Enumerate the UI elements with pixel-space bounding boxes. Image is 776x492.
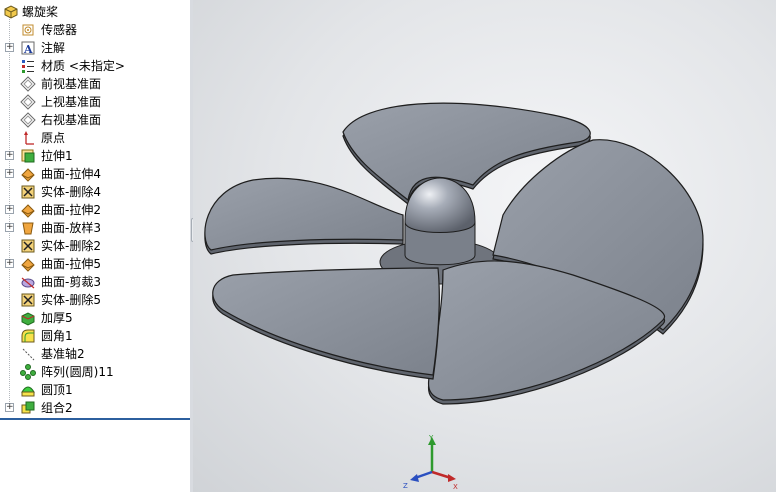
tree-item[interactable]: + 曲面-拉伸2 <box>0 201 190 219</box>
axis-icon <box>22 348 35 361</box>
tree-root[interactable]: 螺旋桨 <box>0 3 190 21</box>
tree-item[interactable]: 基准轴2 <box>0 345 190 363</box>
material-icon <box>22 60 34 73</box>
tree-item[interactable]: 材质 <未指定> <box>0 57 190 75</box>
tree-item[interactable]: 实体-删除5 <box>0 291 190 309</box>
expand-toggle[interactable]: + <box>5 151 14 160</box>
expand-toggle[interactable]: + <box>5 223 14 232</box>
surface-extrude-icon <box>21 204 35 218</box>
tree-item-label: 曲面-拉伸5 <box>41 257 101 271</box>
delete-body-icon <box>21 239 35 253</box>
expand-toggle[interactable]: + <box>5 43 14 52</box>
delete-body-icon <box>21 293 35 307</box>
annotation-icon: A <box>21 41 35 56</box>
tree-item-label: 右视基准面 <box>41 113 102 127</box>
tree-item-label: 材质 <未指定> <box>41 59 125 73</box>
expand-toggle[interactable]: + <box>5 169 14 178</box>
blade-bottom-left <box>212 267 440 380</box>
delete-body-icon <box>21 185 35 199</box>
tree-item-label: 圆顶1 <box>41 383 73 397</box>
expand-toggle[interactable]: + <box>5 403 14 412</box>
combine-icon <box>21 401 35 414</box>
tree-item[interactable]: 圆顶1 <box>0 381 190 399</box>
tree-item[interactable]: 加厚5 <box>0 309 190 327</box>
tree-item[interactable]: 右视基准面 <box>0 111 190 129</box>
tree-item-label: 实体-删除2 <box>41 239 101 253</box>
tree-item-label: 拉伸1 <box>41 149 73 163</box>
tree-item-label: 实体-删除5 <box>41 293 101 307</box>
tree-item[interactable]: + 曲面-拉伸4 <box>0 165 190 183</box>
triad-y-label: Y <box>428 434 434 442</box>
tree-item[interactable]: + 组合2 <box>0 399 190 417</box>
tree-item-label: 传感器 <box>41 23 78 37</box>
plane-icon <box>20 94 36 110</box>
tree-item-label: 曲面-剪裁3 <box>41 275 101 289</box>
tree-item-label: 曲面-拉伸2 <box>41 203 101 217</box>
tree-item-label: 基准轴2 <box>41 347 85 361</box>
tree-bottom-divider <box>0 418 190 420</box>
tree-item-label: 曲面-拉伸4 <box>41 167 101 181</box>
tree-item[interactable]: 原点 <box>0 129 190 147</box>
propeller-model[interactable] <box>193 0 776 492</box>
surface-loft-icon <box>22 222 34 235</box>
expand-toggle[interactable]: + <box>5 259 14 268</box>
part-icon <box>4 5 18 19</box>
tree-item[interactable]: + 曲面-拉伸5 <box>0 255 190 273</box>
tree-item[interactable]: + 曲面-放样3 <box>0 219 190 237</box>
tree-item-label: 阵列(圆周)11 <box>41 365 114 379</box>
plane-icon <box>20 76 36 92</box>
tree-item[interactable]: 前视基准面 <box>0 75 190 93</box>
sensor-icon <box>22 24 34 36</box>
tree-item[interactable]: 实体-删除4 <box>0 183 190 201</box>
tree-item-label: 曲面-放样3 <box>41 221 101 235</box>
thicken-icon <box>21 312 35 326</box>
root-label: 螺旋桨 <box>22 5 59 19</box>
origin-icon <box>24 131 34 145</box>
hub-dome <box>404 177 476 266</box>
expand-toggle[interactable]: + <box>5 205 14 214</box>
tree-item[interactable]: 圆角1 <box>0 327 190 345</box>
surface-extrude-icon <box>21 258 35 272</box>
tree-item-label: 原点 <box>41 131 66 145</box>
tree-item[interactable]: 上视基准面 <box>0 93 190 111</box>
dome-icon <box>21 386 35 397</box>
extrude-icon <box>21 149 35 163</box>
tree-item-label: 上视基准面 <box>41 95 102 109</box>
tree-item[interactable]: 传感器 <box>0 21 190 39</box>
triad-z-label: Z <box>403 482 408 490</box>
tree-item-label: 实体-删除4 <box>41 185 101 199</box>
fillet-icon <box>21 329 35 343</box>
triad-x-label: X <box>453 483 458 491</box>
tree-item[interactable]: + A 注解 <box>0 39 190 57</box>
tree-item-label: 注解 <box>41 41 66 55</box>
surface-trim-icon <box>21 277 35 289</box>
tree-item-label: 前视基准面 <box>41 77 102 91</box>
tree-item-label: 组合2 <box>41 401 73 415</box>
tree-item[interactable]: + 拉伸1 <box>0 147 190 165</box>
plane-icon <box>20 112 36 128</box>
tree-item-label: 加厚5 <box>41 311 73 325</box>
feature-manager-tree: 螺旋桨 传感器 + A 注解材质 <未指定> 前视基准面上视基准面右视基准面原点 + 拉伸1… <box>0 0 191 492</box>
blade-top-left <box>204 177 404 255</box>
tree-item[interactable]: 曲面-剪裁3 <box>0 273 190 291</box>
tree-item-label: 圆角1 <box>41 329 73 343</box>
surface-extrude-icon <box>21 168 35 182</box>
tree-item[interactable]: 实体-删除2 <box>0 237 190 255</box>
view-triad: Y X Z <box>403 434 458 491</box>
svg-text:A: A <box>23 43 33 56</box>
circular-pattern-icon <box>20 364 36 380</box>
graphics-viewport[interactable]: Y X Z <box>193 0 776 492</box>
tree-item[interactable]: 阵列(圆周)11 <box>0 363 190 381</box>
